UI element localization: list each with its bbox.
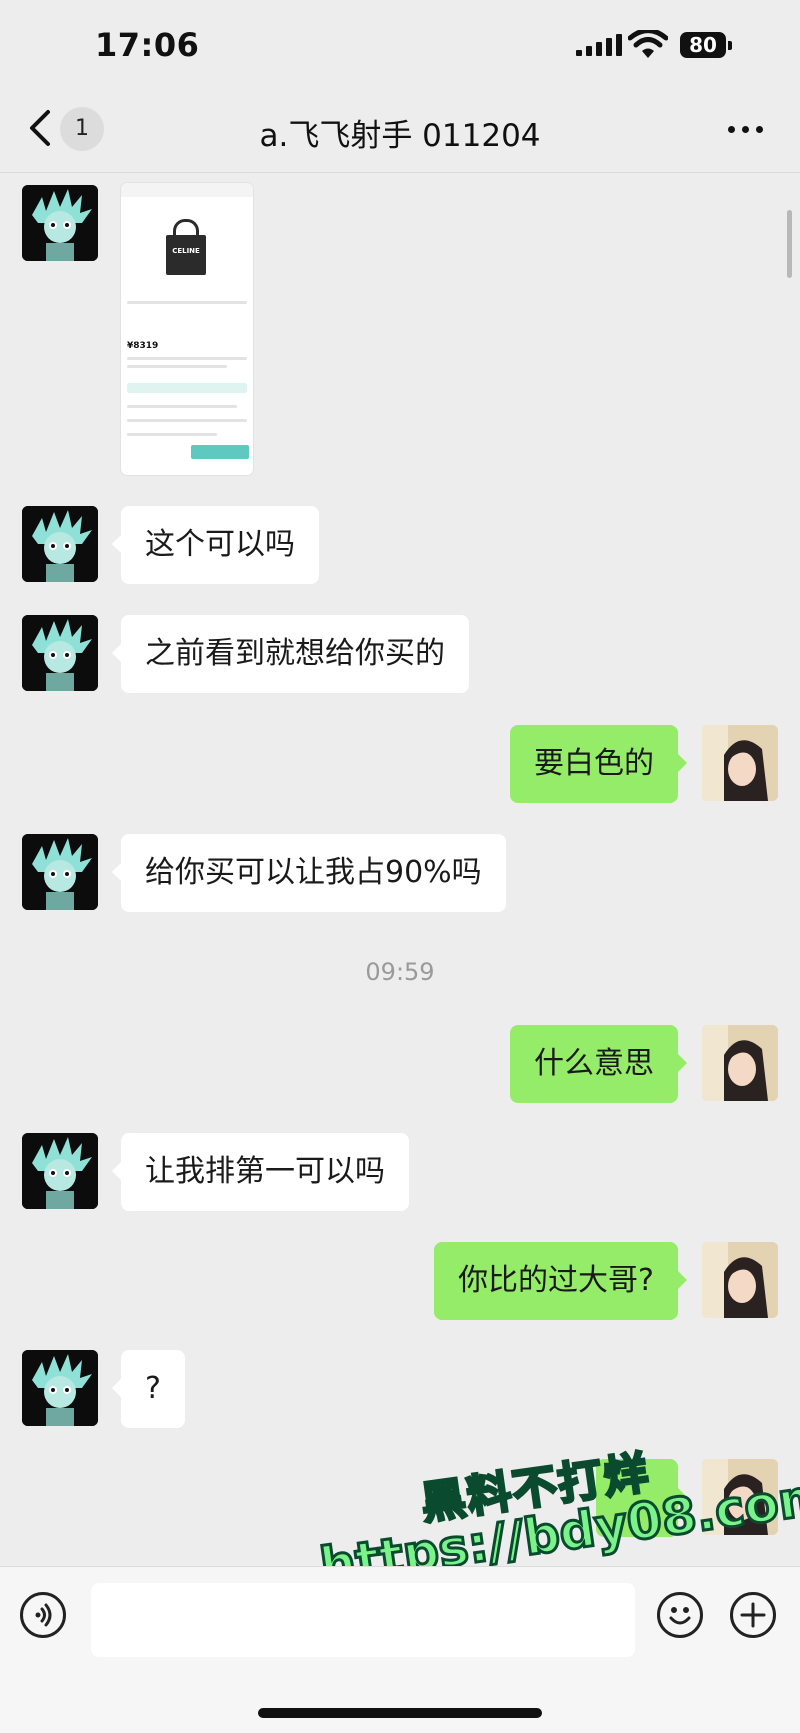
message-bubble[interactable]: 要白色的 <box>510 725 687 803</box>
bag-brand: CELINE <box>172 247 200 255</box>
message-timestamp: 09:59 <box>365 958 435 986</box>
message-bubble[interactable]: 这个可以吗 <box>112 506 319 584</box>
message-bubble[interactable]: 你比的过大哥? <box>434 1242 687 1320</box>
contact-avatar[interactable] <box>22 615 98 691</box>
voice-icon[interactable] <box>20 1592 66 1638</box>
battery-icon: 80 <box>680 32 726 58</box>
battery-tip <box>728 41 732 50</box>
message-bubble[interactable]: ? <box>112 1350 185 1428</box>
plus-icon[interactable] <box>730 1592 776 1638</box>
buy-button <box>191 445 249 459</box>
message-bubble[interactable]: 让我排第一可以吗 <box>112 1133 409 1211</box>
contact-avatar[interactable] <box>22 834 98 910</box>
signal-icon <box>576 34 622 56</box>
emoji-icon[interactable] <box>657 1592 703 1638</box>
home-indicator[interactable] <box>258 1708 542 1718</box>
input-bar <box>0 1566 800 1733</box>
product-price: ¥8319 <box>127 341 159 351</box>
scrollbar[interactable] <box>787 210 792 278</box>
message-bubble[interactable]: 什么意思 <box>510 1025 687 1103</box>
contact-avatar[interactable] <box>22 1350 98 1426</box>
bag-image <box>166 235 206 275</box>
contact-avatar[interactable] <box>22 185 98 261</box>
user-avatar[interactable] <box>702 1025 778 1101</box>
message-bubble[interactable]: 之前看到就想给你买的 <box>112 615 469 693</box>
message-bubble[interactable]: 给你买可以让我占90%吗 <box>112 834 506 912</box>
contact-avatar[interactable] <box>22 1133 98 1209</box>
message-input[interactable] <box>91 1583 635 1657</box>
status-bar: 17:06 80 <box>0 0 800 92</box>
chat-header: 1 a.飞飞射手 011204 <box>0 92 800 173</box>
user-avatar[interactable] <box>702 725 778 801</box>
user-avatar[interactable] <box>702 1242 778 1318</box>
wifi-icon <box>628 30 668 58</box>
status-time: 17:06 <box>95 26 200 64</box>
contact-avatar[interactable] <box>22 506 98 582</box>
chat-title: a.飞飞射手 011204 <box>259 118 541 154</box>
product-screenshot[interactable]: CELINE ¥8319 <box>121 183 253 475</box>
more-icon[interactable] <box>728 126 763 133</box>
